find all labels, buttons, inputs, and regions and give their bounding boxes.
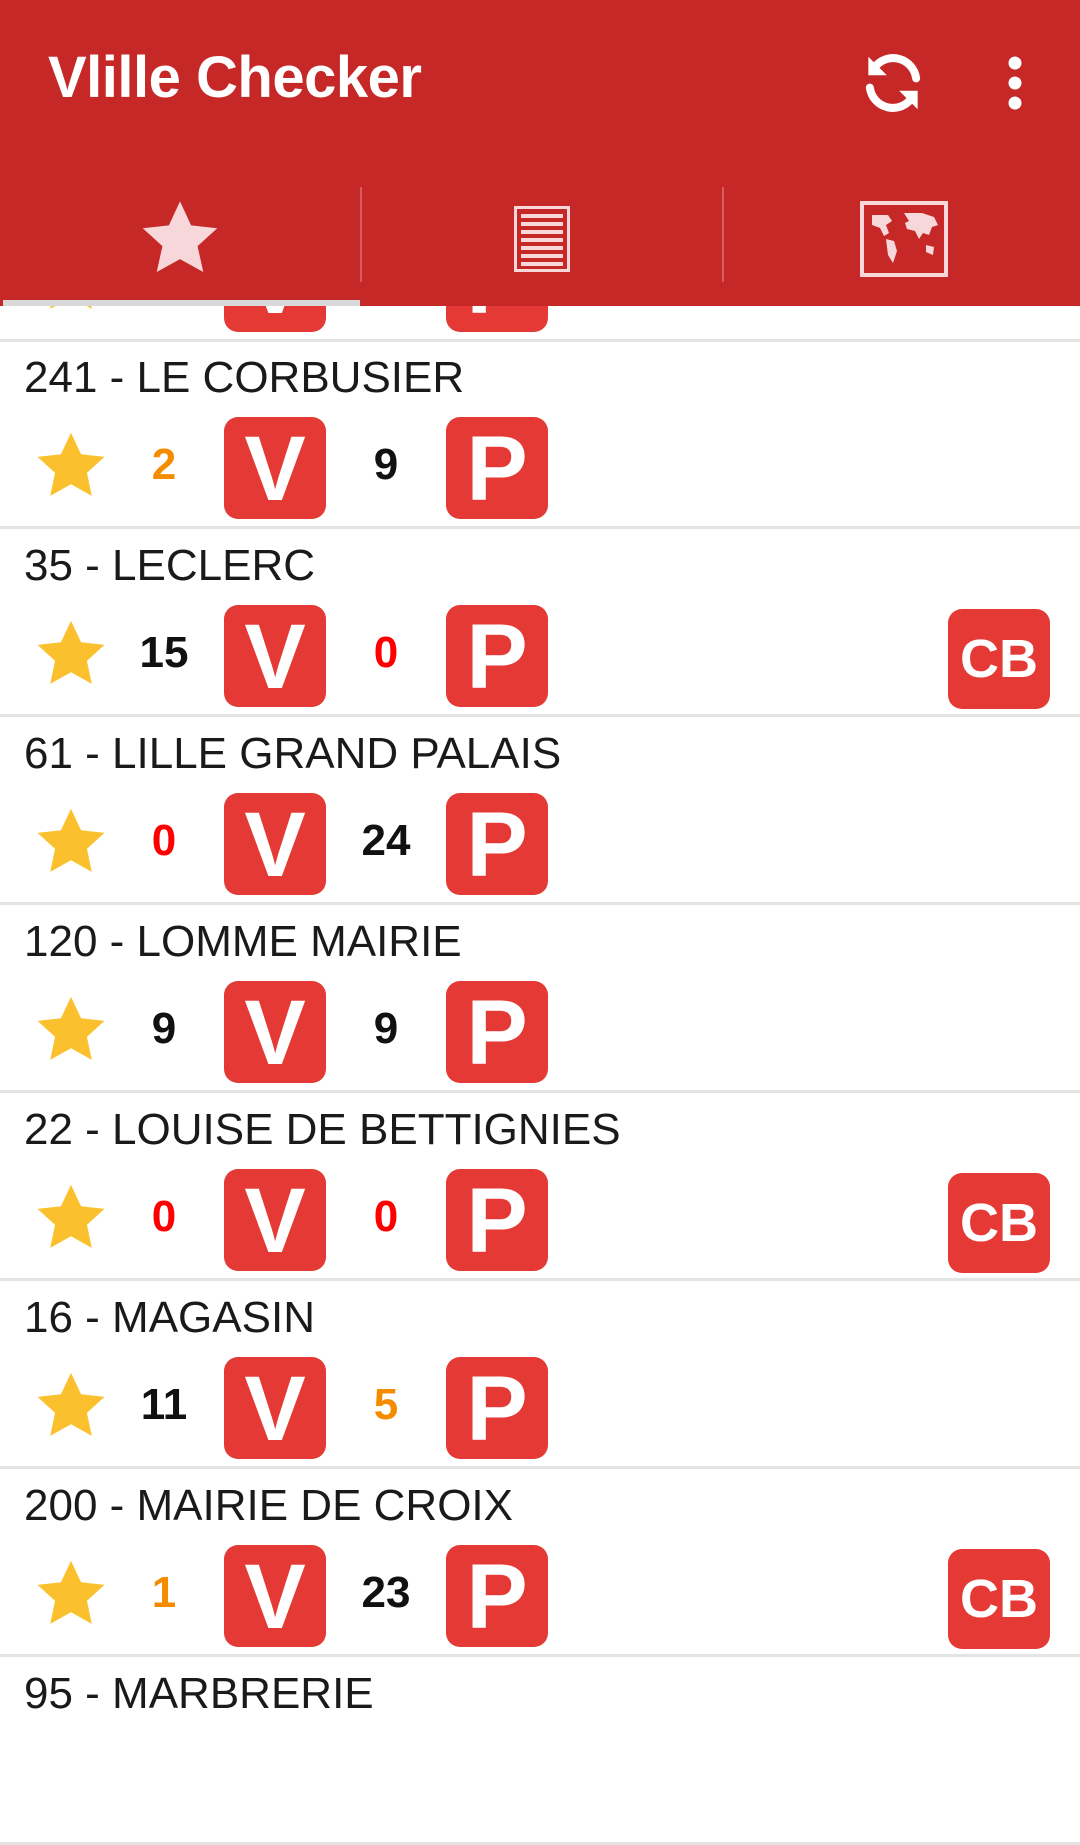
bikes-badge: V: [224, 1545, 326, 1648]
tab-list[interactable]: [362, 172, 722, 306]
bikes-badge: V: [224, 417, 326, 520]
refresh-icon: [865, 54, 921, 112]
tab-indicator: [3, 300, 360, 306]
overflow-menu-button[interactable]: [985, 38, 1045, 128]
station-name: 22 - LOUISE DE BETTIGNIES: [24, 1105, 621, 1154]
credit-card-badge: CB: [948, 1549, 1050, 1649]
credit-card-badge: CB: [948, 1173, 1050, 1273]
station-row[interactable]: 22 - LOUISE DE BETTIGNIES 0 V 0 P CB: [0, 1095, 1080, 1281]
bikes-badge: V: [224, 1357, 326, 1460]
list-icon: [514, 206, 570, 272]
star-icon[interactable]: [32, 615, 110, 693]
available-bikes-count: 11: [140, 1380, 188, 1429]
more-vert-icon: [1008, 56, 1022, 110]
station-name: 35 - LECLERC: [24, 541, 316, 590]
station-row[interactable]: 200 - MAIRIE DE CROIX 1 V 23 P CB: [0, 1471, 1080, 1657]
available-bikes-count: 1: [151, 1568, 177, 1617]
station-name: 241 - LE CORBUSIER: [24, 353, 465, 402]
station-row[interactable]: 120 - LOMME MAIRIE 9 V 9 P: [0, 907, 1080, 1093]
station-row[interactable]: 35 - LECLERC 15 V 0 P CB: [0, 531, 1080, 717]
station-name: 200 - MAIRIE DE CROIX: [24, 1481, 514, 1530]
station-row[interactable]: 16 - MAGASIN 11 V 5 P: [0, 1283, 1080, 1469]
available-places-count: 0: [373, 1192, 399, 1241]
station-row[interactable]: 61 - LILLE GRAND PALAIS 0 V 24 P: [0, 719, 1080, 905]
star-icon[interactable]: [32, 1179, 110, 1257]
bikes-badge: V: [224, 605, 326, 708]
available-places-count: 5: [373, 1380, 399, 1429]
places-badge: P: [446, 981, 548, 1084]
available-places-count: 23: [361, 1568, 411, 1617]
station-name: 120 - LOMME MAIRIE: [24, 917, 462, 966]
places-badge: P: [446, 417, 548, 520]
tab-map[interactable]: [724, 172, 1080, 306]
places-badge: P: [446, 1357, 548, 1460]
places-badge: P: [446, 793, 548, 896]
station-name: 61 - LILLE GRAND PALAIS: [24, 729, 562, 778]
map-icon: [860, 201, 948, 277]
available-bikes-count: 0: [151, 1192, 177, 1241]
bikes-badge: V: [224, 981, 326, 1084]
places-badge: P: [446, 1545, 548, 1648]
available-bikes-count: 9: [151, 1004, 177, 1053]
available-places-count: 9: [373, 1004, 399, 1053]
station-name: 16 - MAGASIN: [24, 1293, 315, 1342]
available-bikes-count: 2: [151, 440, 177, 489]
station-name: 95 - MARBRERIE: [24, 1669, 374, 1718]
credit-card-badge: CB: [948, 609, 1050, 709]
tab-favorites[interactable]: [0, 172, 360, 306]
bikes-badge: V: [224, 793, 326, 896]
star-icon[interactable]: [32, 1555, 110, 1633]
app-title: Vlille Checker: [48, 45, 422, 110]
available-bikes-count: 15: [139, 628, 189, 677]
places-badge: P: [446, 1169, 548, 1272]
tab-bar: [0, 172, 1080, 306]
available-places-count: 9: [373, 440, 399, 489]
places-badge: P: [446, 605, 548, 708]
available-places-count: 0: [373, 628, 399, 677]
available-places-count: 24: [361, 816, 411, 865]
station-row[interactable]: 241 - LE CORBUSIER 2 V 9 P: [0, 343, 1080, 529]
app-bar: Vlille Checker: [0, 0, 1080, 306]
star-icon[interactable]: [32, 427, 110, 505]
available-bikes-count: 0: [151, 816, 177, 865]
star-icon[interactable]: [32, 1367, 110, 1445]
star-icon[interactable]: [32, 803, 110, 881]
star-icon[interactable]: [32, 991, 110, 1069]
refresh-button[interactable]: [843, 38, 943, 128]
station-row[interactable]: 95 - MARBRERIE: [0, 1659, 1080, 1845]
bikes-badge: V: [224, 1169, 326, 1272]
star-icon: [142, 201, 218, 272]
